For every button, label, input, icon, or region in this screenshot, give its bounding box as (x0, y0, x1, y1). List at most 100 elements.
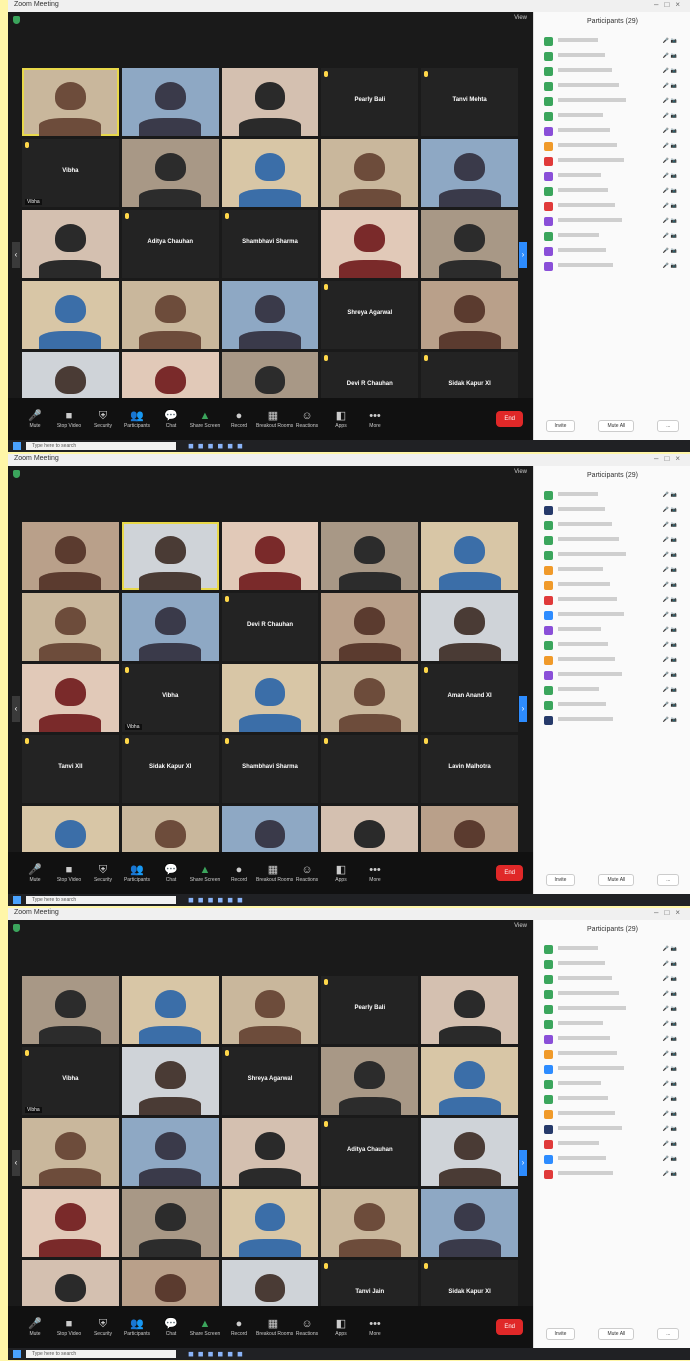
view-button[interactable]: View (514, 15, 527, 21)
participant-row[interactable]: 🎤📷 (540, 1108, 685, 1123)
video-tile[interactable] (22, 1189, 119, 1257)
panel-footer-button[interactable]: Mute All (598, 874, 635, 886)
video-tile[interactable] (421, 1189, 518, 1257)
video-tile[interactable]: Pearly Bali (321, 976, 419, 1044)
participant-row[interactable]: 🎤📷 (540, 50, 685, 65)
participant-row[interactable]: 🎤📷 (540, 534, 685, 549)
video-tile[interactable]: Sidak Kapur XI (121, 735, 219, 803)
participant-row[interactable]: 🎤📷 (540, 95, 685, 110)
security-button[interactable]: ⛨ Security (86, 409, 120, 429)
video-tile[interactable]: Aditya Chauhan (321, 1118, 419, 1186)
video-tile[interactable]: Aditya Chauhan (121, 210, 219, 278)
participant-row[interactable]: 🎤📷 (540, 973, 685, 988)
participant-row[interactable]: 🎤📷 (540, 579, 685, 594)
chat-button[interactable]: 💬 Chat (154, 863, 188, 883)
rooms-button[interactable]: ▦ Breakout Rooms (256, 863, 293, 883)
end-meeting-button[interactable]: End (496, 411, 523, 427)
view-button[interactable]: View (514, 469, 527, 475)
next-page-arrow[interactable]: › (519, 696, 527, 722)
participant-row[interactable]: 🎤📷 (540, 519, 685, 534)
video-tile[interactable] (421, 1118, 518, 1186)
video-tile[interactable] (321, 139, 419, 207)
participant-row[interactable]: 🎤📷 (540, 1018, 685, 1033)
video-tile[interactable] (22, 593, 119, 661)
video-button[interactable]: ■ Stop Video (52, 1317, 86, 1337)
video-tile[interactable] (421, 139, 518, 207)
video-tile[interactable] (121, 593, 219, 661)
participant-row[interactable]: 🎤📷 (540, 669, 685, 684)
video-tile[interactable] (221, 1189, 319, 1257)
video-tile[interactable] (421, 976, 518, 1044)
more-button[interactable]: ••• More (358, 1317, 392, 1337)
apps-button[interactable]: ◧ Apps (324, 1317, 358, 1337)
video-tile[interactable]: Shambhavi Sharma (221, 210, 319, 278)
taskbar-apps[interactable]: ◼◼◼◼◼◼ (188, 442, 247, 450)
reactions-button[interactable]: ☺ Reactions (290, 409, 324, 429)
video-tile[interactable] (22, 522, 119, 590)
video-tile[interactable] (121, 1118, 219, 1186)
share-button[interactable]: ▲ Share Screen (188, 1317, 222, 1337)
video-tile[interactable] (22, 1118, 119, 1186)
participant-row[interactable]: 🎤📷 (540, 639, 685, 654)
security-button[interactable]: ⛨ Security (86, 1317, 120, 1337)
participant-row[interactable]: 🎤📷 (540, 35, 685, 50)
window-controls[interactable]: –□× (654, 0, 686, 9)
video-tile[interactable] (22, 68, 119, 136)
participant-row[interactable]: 🎤📷 (540, 714, 685, 729)
taskbar-apps[interactable]: ◼◼◼◼◼◼ (188, 896, 247, 904)
video-tile[interactable]: Vibha Vibha (121, 664, 219, 732)
video-tile[interactable]: Shambhavi Sharma (221, 735, 319, 803)
video-tile[interactable] (121, 976, 219, 1044)
participant-row[interactable]: 🎤📷 (540, 110, 685, 125)
share-button[interactable]: ▲ Share Screen (188, 863, 222, 883)
video-tile[interactable]: Tanvi XII (22, 735, 119, 803)
windows-start-icon[interactable] (13, 442, 21, 450)
participants-button[interactable]: 👥 Participants (120, 1317, 154, 1337)
participant-row[interactable]: 🎤📷 (540, 125, 685, 140)
participant-row[interactable]: 🎤📷 (540, 489, 685, 504)
video-tile[interactable] (321, 735, 419, 803)
video-tile[interactable] (321, 1047, 419, 1115)
video-tile[interactable]: Pearly Bali (321, 68, 419, 136)
mute-button[interactable]: 🎤 Mute (18, 409, 52, 429)
taskbar-search[interactable]: Type here to search (26, 1350, 176, 1358)
record-button[interactable]: ● Record (222, 409, 256, 429)
video-tile[interactable] (421, 522, 518, 590)
panel-footer-button[interactable]: Mute All (598, 1328, 635, 1340)
participant-row[interactable]: 🎤📷 (540, 185, 685, 200)
participant-row[interactable]: 🎤📷 (540, 684, 685, 699)
windows-start-icon[interactable] (13, 1350, 21, 1358)
more-button[interactable]: ••• More (358, 409, 392, 429)
mute-button[interactable]: 🎤 Mute (18, 863, 52, 883)
chat-button[interactable]: 💬 Chat (154, 409, 188, 429)
participant-row[interactable]: 🎤📷 (540, 230, 685, 245)
record-button[interactable]: ● Record (222, 1317, 256, 1337)
panel-footer-button[interactable]: Invite (545, 420, 576, 432)
video-tile[interactable]: Devi R Chauhan (221, 593, 319, 661)
next-page-arrow[interactable]: › (519, 1150, 527, 1176)
participants-button[interactable]: 👥 Participants (120, 863, 154, 883)
participant-row[interactable]: 🎤📷 (540, 1138, 685, 1153)
video-tile[interactable] (121, 1189, 219, 1257)
participant-row[interactable]: 🎤📷 (540, 699, 685, 714)
video-tile[interactable] (221, 664, 319, 732)
video-tile[interactable] (421, 593, 518, 661)
video-tile[interactable] (121, 1047, 219, 1115)
reactions-button[interactable]: ☺ Reactions (290, 1317, 324, 1337)
more-button[interactable]: ••• More (358, 863, 392, 883)
video-tile[interactable]: Tanvi Mehta (421, 68, 518, 136)
participant-row[interactable]: 🎤📷 (540, 594, 685, 609)
participant-row[interactable]: 🎤📷 (540, 1003, 685, 1018)
participant-row[interactable]: 🎤📷 (540, 1123, 685, 1138)
panel-footer-button[interactable]: Invite (545, 1328, 576, 1340)
next-page-arrow[interactable]: › (519, 242, 527, 268)
participant-row[interactable]: 🎤📷 (540, 1078, 685, 1093)
panel-footer-button[interactable]: Mute All (598, 420, 635, 432)
mute-button[interactable]: 🎤 Mute (18, 1317, 52, 1337)
share-button[interactable]: ▲ Share Screen (188, 409, 222, 429)
video-tile[interactable]: Vibha Vibha (22, 139, 119, 207)
video-tile[interactable] (321, 1189, 419, 1257)
participant-row[interactable]: 🎤📷 (540, 609, 685, 624)
video-button[interactable]: ■ Stop Video (52, 409, 86, 429)
video-tile[interactable] (22, 281, 119, 349)
